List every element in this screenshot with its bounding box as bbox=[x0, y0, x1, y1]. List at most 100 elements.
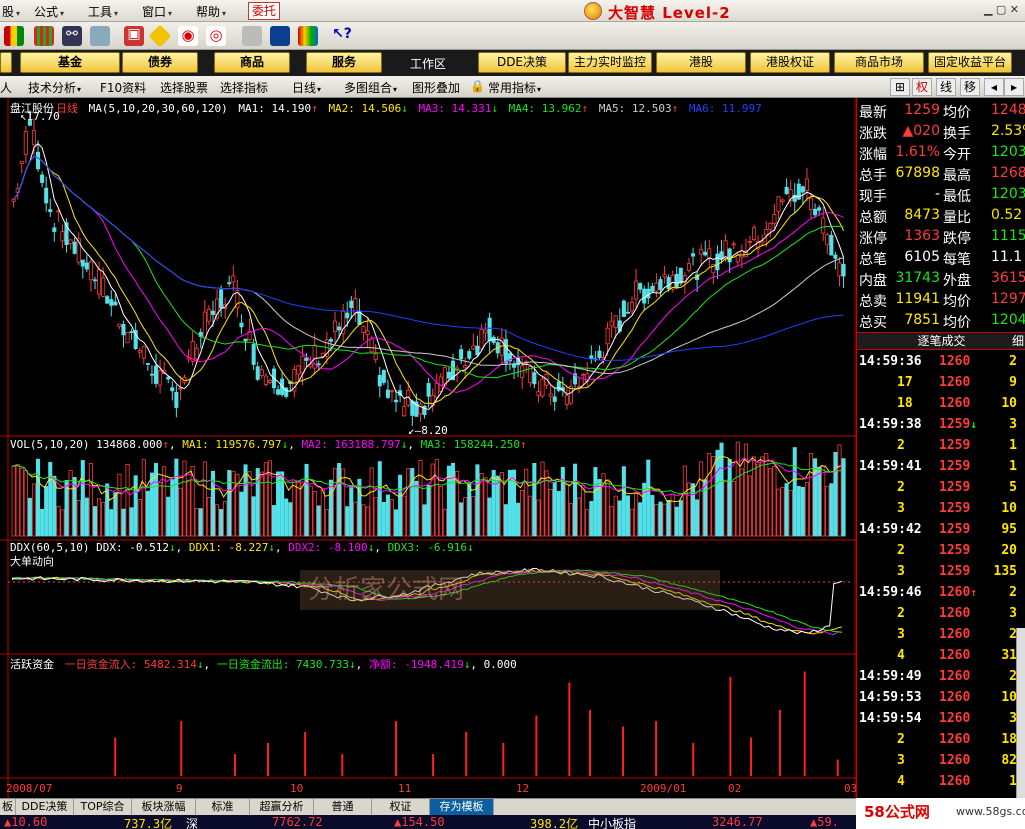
volume-bar bbox=[271, 505, 277, 537]
tab-overlay[interactable]: 图形叠加 bbox=[412, 79, 460, 96]
colored-bars-icon[interactable] bbox=[4, 26, 24, 46]
btn-dde[interactable]: DDE决策 bbox=[478, 52, 566, 73]
trade-volume: 1 bbox=[1009, 459, 1017, 474]
volume-bar bbox=[788, 489, 793, 537]
trade-time: 14:59:53 bbox=[859, 690, 922, 705]
tab-daily[interactable]: 日线▾ bbox=[292, 79, 321, 96]
candle-body bbox=[125, 331, 130, 344]
volume-bar bbox=[243, 464, 248, 537]
volume-bar bbox=[414, 480, 419, 537]
stock-title: 盘江股份 日线 MA(5,10,20,30,60,120) MA1: 14.190… bbox=[10, 102, 762, 115]
trade-price: 1259 bbox=[939, 522, 971, 537]
diamond-icon[interactable] bbox=[148, 24, 172, 48]
candle-body bbox=[381, 370, 386, 383]
btn-commodity[interactable]: 商品 bbox=[214, 52, 290, 73]
quote-key: 均价 bbox=[943, 294, 971, 310]
trade-volume: 82 bbox=[1001, 753, 1017, 768]
btab-sector[interactable]: 板块涨幅 bbox=[132, 799, 196, 815]
btn-bond[interactable]: 债券 bbox=[122, 52, 198, 73]
scroll-left-icon[interactable]: ◂ bbox=[984, 78, 1004, 96]
btab-dde[interactable]: DDE决策 bbox=[16, 799, 74, 815]
btn-fixed-income[interactable]: 固定收益平台 bbox=[928, 52, 1012, 73]
btab-ban[interactable]: 板 bbox=[0, 799, 16, 815]
tab-move[interactable]: 移 bbox=[960, 78, 980, 96]
candle-body bbox=[727, 248, 732, 263]
binoculars-icon[interactable]: ⚯ bbox=[62, 26, 82, 46]
candle-body bbox=[36, 151, 41, 170]
app-logo: 大智慧 Level-2 bbox=[580, 1, 740, 22]
menu-bar: 股 ▾ 公式 ▾ 工具 ▾ 窗口 ▾ 帮助 ▾ 委托 大智慧 Level-2 ▁ ▢ ✕ bbox=[0, 0, 1025, 22]
tab-common-indicator[interactable]: 常用指标▾ bbox=[488, 79, 541, 96]
window-controls[interactable]: ▁ ▢ ✕ bbox=[984, 3, 1019, 16]
quote-value: 1363 bbox=[904, 228, 940, 244]
function-button-bar: 基金 债券 商品 服务 工作区 DDE决策 主力实时监控 港股 港股权证 商品市… bbox=[0, 50, 1025, 76]
menu-item-formula[interactable]: 公式 ▾ bbox=[34, 3, 64, 20]
candle-body bbox=[84, 262, 89, 270]
btn-monitor[interactable]: 主力实时监控 bbox=[568, 52, 652, 73]
trade-time: 14:59:38 bbox=[859, 417, 922, 432]
btn-hk[interactable]: 港股 bbox=[656, 52, 746, 73]
tab-line[interactable]: 线 bbox=[936, 78, 956, 96]
printer-icon[interactable] bbox=[242, 26, 262, 46]
lock-icon[interactable]: 🔒 bbox=[470, 79, 485, 93]
books-icon[interactable] bbox=[298, 26, 318, 46]
quote-value: 1268 bbox=[991, 165, 1025, 181]
candle-body bbox=[153, 365, 159, 384]
volume-bar bbox=[829, 483, 834, 537]
tab-rights[interactable]: 权 bbox=[912, 78, 932, 96]
menu-item-help[interactable]: 帮助 ▾ bbox=[196, 3, 226, 20]
quote-key: 总手 bbox=[859, 168, 887, 184]
volume-bar bbox=[532, 462, 537, 537]
volume-bar bbox=[36, 458, 41, 537]
quote-row: 总笔 6105 每笔 11.1 bbox=[857, 249, 1025, 270]
btn-left-edge[interactable] bbox=[0, 52, 12, 73]
btn-hk-warrant[interactable]: 港股权证 bbox=[750, 52, 830, 73]
target-icon[interactable]: ◉ bbox=[178, 26, 198, 46]
tab-ren[interactable]: 人 bbox=[0, 79, 12, 96]
menu-item-gu[interactable]: 股 ▾ bbox=[2, 3, 20, 20]
tab-select-indicator[interactable]: 选择指标 bbox=[220, 79, 268, 96]
trades-scrollbar[interactable] bbox=[1016, 628, 1025, 798]
btab-normal[interactable]: 普通 bbox=[314, 799, 372, 815]
weituo-button[interactable]: 委托 bbox=[248, 2, 281, 20]
tab-multi-chart[interactable]: 多图组合▾ bbox=[344, 79, 397, 96]
volume-bar bbox=[747, 475, 753, 537]
menu-item-tools[interactable]: 工具 ▾ bbox=[88, 3, 118, 20]
quote-value: 67898 bbox=[895, 165, 940, 181]
tab-select-stock[interactable]: 选择股票 bbox=[160, 79, 208, 96]
btab-top[interactable]: TOP综合 bbox=[74, 799, 132, 815]
menu-item-window[interactable]: 窗口 ▾ bbox=[142, 3, 172, 20]
btab-super[interactable]: 超赢分析 bbox=[250, 799, 314, 815]
volume-bar bbox=[784, 483, 789, 537]
candle-body bbox=[137, 350, 142, 353]
chart-icon[interactable] bbox=[90, 26, 110, 46]
trade-time: 2 bbox=[897, 438, 905, 453]
zoom-in-icon[interactable]: ⊞ bbox=[890, 78, 910, 96]
volume-bar bbox=[198, 508, 203, 537]
volume-bar bbox=[678, 500, 683, 537]
window-icon[interactable] bbox=[270, 26, 290, 46]
quote-key: 最高 bbox=[943, 168, 971, 184]
btn-fund[interactable]: 基金 bbox=[20, 52, 120, 73]
volume-bar bbox=[646, 459, 651, 537]
site-watermark-url: www.58gs.com bbox=[956, 805, 1025, 818]
btn-commodity-market[interactable]: 商品市场 bbox=[834, 52, 924, 73]
kline-icon[interactable] bbox=[34, 26, 54, 46]
volume-bar bbox=[133, 475, 138, 537]
formula-icon[interactable]: ▣ bbox=[124, 26, 144, 46]
scroll-right-icon[interactable]: ▸ bbox=[1004, 78, 1024, 96]
volume-bar bbox=[540, 461, 545, 537]
candle-body bbox=[552, 396, 557, 402]
chart-area[interactable]: 分析家公式网 盘江股份 日线 MA(5,10,20,30,60,120) MA1:… bbox=[0, 98, 857, 798]
btab-standard[interactable]: 标准 bbox=[196, 799, 250, 815]
btn-service[interactable]: 服务 bbox=[306, 52, 382, 73]
tab-tech-analysis[interactable]: 技术分析▾ bbox=[28, 79, 81, 96]
trade-row: 3 1260 82 bbox=[857, 753, 1017, 774]
btab-save-template[interactable]: 存为模板 bbox=[430, 799, 494, 815]
status-item: 398.2亿 bbox=[530, 817, 579, 829]
ring-icon[interactable]: ◎ bbox=[206, 26, 226, 46]
tab-f10[interactable]: F10资料 bbox=[100, 79, 146, 96]
help-cursor-icon[interactable]: ↖? bbox=[332, 26, 352, 46]
btab-warrant[interactable]: 权证 bbox=[372, 799, 430, 815]
site-watermark-text: 58公式网 bbox=[864, 803, 930, 821]
